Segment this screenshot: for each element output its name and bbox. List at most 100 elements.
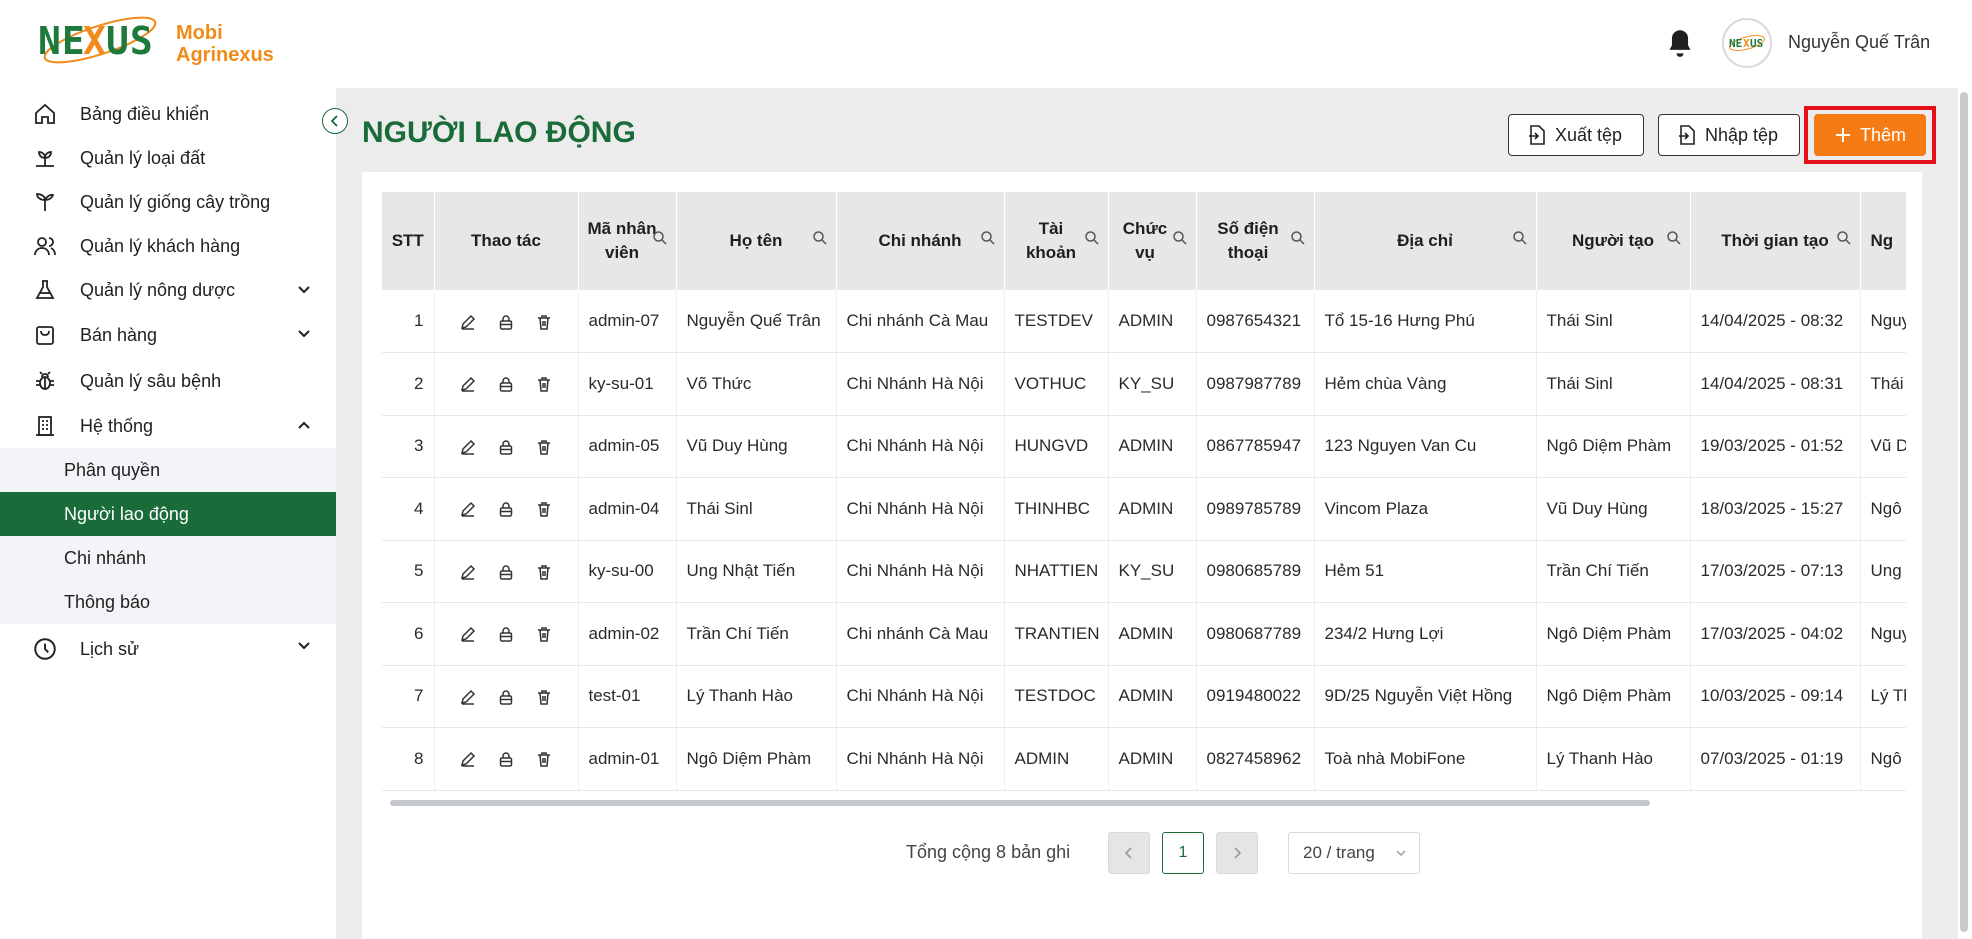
next-page-button[interactable] xyxy=(1216,832,1258,874)
search-icon[interactable] xyxy=(1512,230,1528,246)
edit-icon[interactable] xyxy=(459,625,477,643)
brand-logo[interactable]: NE X US Mobi Agrinexus xyxy=(36,14,274,74)
lock-icon[interactable] xyxy=(497,438,515,456)
lock-icon[interactable] xyxy=(497,500,515,518)
avatar[interactable]: NE X US xyxy=(1722,18,1772,68)
trash-icon[interactable] xyxy=(535,688,553,706)
table-row[interactable]: 4 admin-04 Thái Sinl Chi Nhánh Hà Nội THINHB… xyxy=(382,477,1906,541)
lock-icon[interactable] xyxy=(497,563,515,581)
trash-icon[interactable] xyxy=(535,500,553,518)
trash-icon[interactable] xyxy=(535,313,553,331)
search-icon[interactable] xyxy=(1290,230,1306,246)
sidebar-item-soil[interactable]: Quản lý loại đất xyxy=(0,136,336,180)
col-header-phone[interactable]: Số điện thoại xyxy=(1196,192,1315,290)
lock-icon[interactable] xyxy=(497,375,515,393)
cell-actions xyxy=(434,415,579,478)
table-header: STT Thao tác Mã nhân viên Họ tên Chi nhá… xyxy=(382,192,1906,290)
search-icon[interactable] xyxy=(1666,230,1682,246)
edit-icon[interactable] xyxy=(459,563,477,581)
sidebar-item-notifications[interactable]: Thông báo xyxy=(0,580,336,624)
lock-icon[interactable] xyxy=(497,625,515,643)
trash-icon[interactable] xyxy=(535,438,553,456)
main-content: NGƯỜI LAO ĐỘNG Xuất tệp Nhập tệp Thêm ST… xyxy=(336,88,1958,939)
col-header-address[interactable]: Địa chỉ xyxy=(1314,192,1537,290)
cell-position: ADMIN xyxy=(1108,477,1197,541)
col-header-account[interactable]: Tài khoản xyxy=(1004,192,1109,290)
trash-icon[interactable] xyxy=(535,625,553,643)
sidebar-item-plants[interactable]: Quản lý giống cây trồng xyxy=(0,180,336,224)
table-body: 1 admin-07 Nguyễn Quế Trân Chi nhánh Cà Mau… xyxy=(382,290,1906,791)
cell-account: VOTHUC xyxy=(1004,352,1109,416)
header-label: Thời gian tạo xyxy=(1721,231,1829,250)
col-header-full-name[interactable]: Họ tên xyxy=(676,192,837,290)
search-icon[interactable] xyxy=(812,230,828,246)
lock-icon[interactable] xyxy=(497,750,515,768)
cell-full-name: Vũ Duy Hùng xyxy=(676,415,837,478)
export-button[interactable]: Xuất tệp xyxy=(1508,114,1644,156)
sidebar-item-history[interactable]: Lịch sử xyxy=(0,624,336,674)
edit-icon[interactable] xyxy=(459,375,477,393)
cell-employee-code: ky-su-01 xyxy=(578,352,677,416)
table-row[interactable]: 1 admin-07 Nguyễn Quế Trân Chi nhánh Cà Mau… xyxy=(382,290,1906,353)
edit-icon[interactable] xyxy=(459,500,477,518)
trash-icon[interactable] xyxy=(535,375,553,393)
edit-icon[interactable] xyxy=(459,688,477,706)
col-header-created-time[interactable]: Thời gian tạo xyxy=(1690,192,1861,290)
col-header-position[interactable]: Chức vụ xyxy=(1108,192,1197,290)
plant-icon xyxy=(32,189,58,215)
sidebar-collapse-button[interactable] xyxy=(322,108,348,134)
lock-icon[interactable] xyxy=(497,313,515,331)
table-row[interactable]: 3 admin-05 Vũ Duy Hùng Chi Nhánh Hà Nội HUNG… xyxy=(382,415,1906,478)
cell-creator: Thái Sinl xyxy=(1536,290,1691,353)
sidebar-item-permissions[interactable]: Phân quyền xyxy=(0,448,336,492)
table-row[interactable]: 5 ky-su-00 Ung Nhật Tiến Chi Nhánh Hà Nội NH… xyxy=(382,540,1906,603)
cell-truncated: Lý Th xyxy=(1860,665,1906,728)
cell-actions xyxy=(434,602,579,666)
trash-icon[interactable] xyxy=(535,563,553,581)
import-button[interactable]: Nhập tệp xyxy=(1658,114,1800,156)
cell-full-name: Lý Thanh Hào xyxy=(676,665,837,728)
prev-page-button[interactable] xyxy=(1108,832,1150,874)
sidebar-item-pests[interactable]: Quản lý sâu bệnh xyxy=(0,358,336,404)
table-row[interactable]: 8 admin-01 Ngô Diệm Phàm Chi Nhánh Hà Nội AD… xyxy=(382,727,1906,791)
sidebar-item-customers[interactable]: Quản lý khách hàng xyxy=(0,224,336,268)
sidebar-item-system[interactable]: Hệ thống xyxy=(0,404,336,448)
sidebar-item-branches[interactable]: Chi nhánh xyxy=(0,536,336,580)
sidebar-item-employees[interactable]: Người lao động xyxy=(0,492,336,536)
page-number-button[interactable]: 1 xyxy=(1162,832,1204,874)
svg-text:NE: NE xyxy=(38,19,86,63)
search-icon[interactable] xyxy=(1172,230,1188,246)
sidebar-item-pesticides[interactable]: Quản lý nông dược xyxy=(0,268,336,312)
cell-truncated: Ngô xyxy=(1860,727,1906,791)
trash-icon[interactable] xyxy=(535,750,553,768)
table-row[interactable]: 2 ky-su-01 Võ Thức Chi Nhánh Hà Nội VOTHUC KY… xyxy=(382,352,1906,416)
cell-account: ADMIN xyxy=(1004,727,1109,791)
search-icon[interactable] xyxy=(980,230,996,246)
col-header-creator[interactable]: Người tạo xyxy=(1536,192,1691,290)
page-size-select[interactable]: 20 / trang xyxy=(1288,832,1420,874)
edit-icon[interactable] xyxy=(459,750,477,768)
cell-position: ADMIN xyxy=(1108,727,1197,791)
employee-table-scroll[interactable]: STT Thao tác Mã nhân viên Họ tên Chi nhá… xyxy=(382,192,1906,802)
cell-employee-code: admin-05 xyxy=(578,415,677,478)
table-row[interactable]: 6 admin-02 Trần Chí Tiến Chi nhánh Cà Mau TR… xyxy=(382,602,1906,666)
cell-stt: 2 xyxy=(382,352,435,416)
search-icon[interactable] xyxy=(1836,230,1852,246)
col-header-branch[interactable]: Chi nhánh xyxy=(836,192,1005,290)
horizontal-scrollbar[interactable] xyxy=(390,800,1650,806)
vertical-scrollbar[interactable] xyxy=(1960,92,1968,932)
bell-icon[interactable] xyxy=(1666,28,1694,58)
edit-icon[interactable] xyxy=(459,438,477,456)
col-header-employee-code[interactable]: Mã nhân viên xyxy=(578,192,677,290)
sidebar-item-dashboard[interactable]: Bảng điều khiển xyxy=(0,92,336,136)
cell-position: ADMIN xyxy=(1108,665,1197,728)
sidebar-item-sales[interactable]: Bán hàng xyxy=(0,312,336,358)
edit-icon[interactable] xyxy=(459,313,477,331)
table-row[interactable]: 7 test-01 Lý Thanh Hào Chi Nhánh Hà Nội TEST… xyxy=(382,665,1906,728)
cell-full-name: Ngô Diệm Phàm xyxy=(676,727,837,791)
lock-icon[interactable] xyxy=(497,688,515,706)
search-icon[interactable] xyxy=(1084,230,1100,246)
search-icon[interactable] xyxy=(652,230,668,246)
user-name[interactable]: Nguyễn Quế Trân xyxy=(1788,32,1930,53)
cell-employee-code: test-01 xyxy=(578,665,677,728)
